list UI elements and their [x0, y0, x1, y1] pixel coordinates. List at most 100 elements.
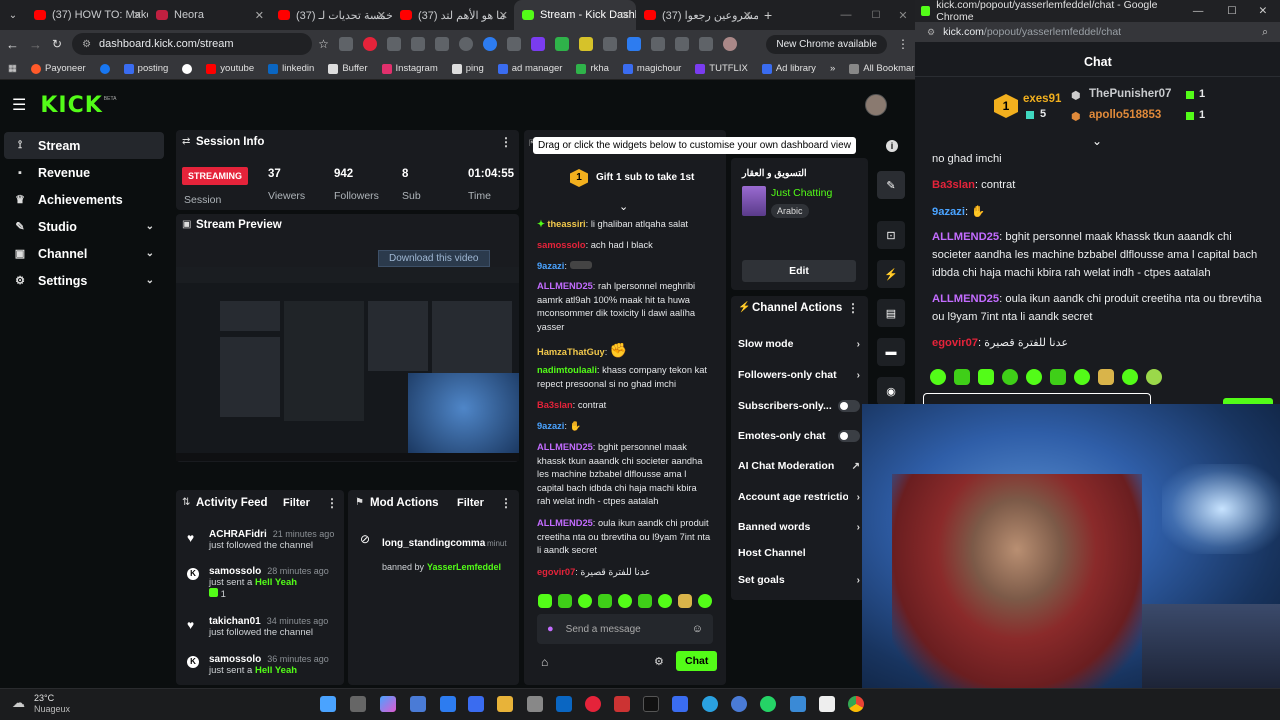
close-icon[interactable]: ✕ [255, 9, 264, 22]
extension-icon[interactable] [506, 37, 521, 51]
close-icon[interactable]: ✕ [377, 9, 386, 22]
sidebar-item-stream[interactable]: ⟟ Stream [4, 132, 164, 159]
extension-icon[interactable] [554, 37, 569, 51]
stream-preview-video[interactable] [176, 267, 519, 461]
back-icon[interactable]: ← [6, 37, 19, 52]
bookmark-instagram[interactable]: Instagram [381, 63, 438, 74]
chat-store-icon[interactable]: ⌂ [541, 655, 548, 669]
emote-icon[interactable] [618, 594, 632, 608]
chrome-icon[interactable] [848, 696, 864, 712]
emotes-only-toggle[interactable] [838, 430, 860, 442]
emote-icon[interactable] [678, 594, 692, 608]
app-icon[interactable] [731, 696, 747, 712]
extension-icon[interactable] [386, 37, 401, 51]
explorer-icon[interactable] [497, 696, 513, 712]
extension-icon[interactable] [530, 37, 545, 51]
leader-name[interactable]: ThePunisher07 [1089, 88, 1171, 100]
minimize-icon[interactable]: — [1184, 5, 1212, 17]
emote-icon[interactable] [1146, 369, 1162, 385]
emote-icon[interactable] [1050, 369, 1066, 385]
app-icon[interactable] [440, 696, 456, 712]
extension-icon[interactable] [650, 37, 665, 51]
widget-camera-button[interactable]: ⊡ [877, 221, 905, 249]
channel-actions-menu-icon[interactable]: ⋮ [847, 301, 859, 315]
zoom-icon[interactable]: ⌕ [1262, 26, 1268, 39]
action-subscribers-only[interactable]: Subscribers-only... [738, 400, 860, 412]
bookmark-tutflix[interactable]: TUTFLIX [695, 63, 748, 74]
hamburger-icon[interactable]: ☰ [12, 95, 26, 115]
site-info-icon[interactable]: ⚙ [82, 39, 91, 50]
action-banned-words[interactable]: Banned words › [738, 521, 860, 533]
browser-tab[interactable]: (37) HOW TO: Make ✕ [26, 0, 148, 30]
copilot-icon[interactable] [380, 696, 396, 712]
widget-notes-button[interactable]: ▤ [877, 299, 905, 327]
maximize-icon[interactable]: ☐ [1218, 5, 1246, 17]
close-icon[interactable]: ✕ [133, 9, 142, 22]
tiktok-icon[interactable] [643, 696, 659, 712]
widget-broadcast-button[interactable]: ◉ [877, 377, 905, 405]
opera-icon[interactable] [585, 696, 601, 712]
bookmark-buffer[interactable]: Buffer [328, 63, 368, 74]
new-chrome-available-button[interactable]: New Chrome available [766, 34, 887, 54]
more-bookmarks-icon[interactable]: » [830, 63, 835, 74]
chat-input[interactable]: ● Send a message ☺ [537, 614, 713, 644]
telegram-icon[interactable] [702, 696, 718, 712]
chevron-down-icon[interactable]: ⌄ [1092, 134, 1102, 148]
action-followers-only[interactable]: Followers-only chat › [738, 369, 860, 381]
bookmark-posting[interactable]: posting [123, 63, 168, 74]
subscribers-only-toggle[interactable] [838, 400, 860, 412]
download-video-button[interactable]: Download this video [378, 250, 490, 267]
action-slow-mode[interactable]: Slow mode › [738, 338, 860, 350]
extension-icon[interactable] [410, 37, 425, 51]
app-icon[interactable] [410, 696, 426, 712]
extension-icon[interactable] [458, 37, 473, 51]
close-icon[interactable]: ✕ [499, 9, 508, 22]
emote-icon[interactable] [578, 594, 592, 608]
emote-icon[interactable] [638, 594, 652, 608]
new-tab-icon[interactable]: + [764, 7, 772, 23]
browser-tab[interactable]: Neora ✕ [148, 0, 270, 30]
app-icon[interactable] [672, 696, 688, 712]
action-account-age[interactable]: Account age restriction › [738, 491, 860, 503]
chevron-down-icon[interactable]: ⌄ [619, 200, 628, 213]
emote-icon[interactable] [1098, 369, 1114, 385]
leader-name[interactable]: exes91 [1023, 93, 1061, 105]
sidebar-item-settings[interactable]: ⚙ Settings ⌄ [4, 267, 164, 294]
emote-icon[interactable] [930, 369, 946, 385]
extension-icon[interactable] [578, 37, 593, 51]
activity-menu-icon[interactable]: ⋮ [326, 496, 338, 510]
outlook-icon[interactable] [556, 696, 572, 712]
sidebar-item-revenue[interactable]: ▪ Revenue [4, 159, 164, 186]
weather-temp[interactable]: 23°C [34, 693, 54, 703]
category-name[interactable]: Just Chatting [771, 187, 832, 199]
browser-tab[interactable]: (37) مشروعين رجعوا ✕ [636, 0, 758, 30]
popout-url-bar[interactable]: ⚙ kick.com/popout/yasserlemfeddel/chat ⌕ [915, 22, 1280, 42]
app-icon[interactable] [527, 696, 543, 712]
window-close-icon[interactable]: ✕ [1252, 5, 1274, 17]
edit-stream-button[interactable]: Edit [742, 260, 856, 282]
info-icon[interactable]: i [886, 140, 898, 152]
emote-icon[interactable] [558, 594, 572, 608]
bookmark-facebook[interactable] [99, 63, 110, 74]
apps-icon[interactable]: ▦ [8, 63, 17, 74]
action-host-channel[interactable]: Host Channel [738, 547, 860, 559]
close-icon[interactable]: ✕ [621, 9, 630, 22]
action-set-goals[interactable]: Set goals › [738, 574, 860, 586]
chat-send-button[interactable]: Chat [676, 651, 718, 671]
forward-icon[interactable]: → [29, 37, 42, 52]
extension-icon[interactable] [362, 37, 377, 51]
microphone-icon[interactable]: ● [547, 623, 554, 635]
address-bar[interactable]: ⚙ dashboard.kick.com/stream [72, 33, 313, 55]
edit-layout-button[interactable]: ✎ [877, 171, 905, 199]
action-ai-moderation[interactable]: AI Chat Moderation ↗ [738, 460, 860, 472]
extension-icon[interactable] [482, 37, 497, 51]
extension-icon[interactable] [338, 37, 353, 51]
emote-icon[interactable] [1122, 369, 1138, 385]
menu-icon[interactable]: ⋮ [897, 37, 909, 51]
bookmark-ad-library[interactable]: Ad library [761, 63, 816, 74]
sidebar-item-channel[interactable]: ▣ Channel ⌄ [4, 240, 164, 267]
avatar[interactable] [865, 94, 887, 116]
emote-icon[interactable] [1026, 369, 1042, 385]
mod-menu-icon[interactable]: ⋮ [500, 496, 512, 510]
sidebar-item-achievements[interactable]: ♛ Achievements [4, 186, 164, 213]
